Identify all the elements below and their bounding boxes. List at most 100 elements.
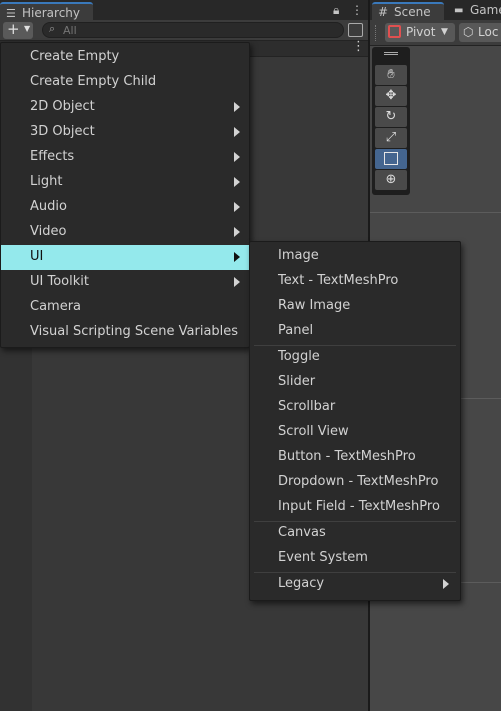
menu-item-label: Effects [30,149,75,164]
menu-item-label: Input Field - TextMeshPro [278,499,440,514]
tools-overlay: ✋︎ ✥ ↻ ⤢ ⊕ [372,47,410,195]
scale-tool-button[interactable]: ⤢ [375,128,407,148]
submenu-item-canvas[interactable]: Canvas [250,521,460,546]
menu-item-label: 3D Object [30,124,95,139]
submenu-item-legacy[interactable]: Legacy [250,572,460,597]
search-options-icon[interactable] [348,23,363,37]
menu-item-label: Button - TextMeshPro [278,449,416,464]
menu-item-label: Event System [278,550,368,565]
menu-item-label: Dropdown - TextMeshPro [278,474,439,489]
menu-item-visual-scripting-scene-variables[interactable]: Visual Scripting Scene Variables [1,320,249,345]
menu-item-label: Create Empty [30,49,120,64]
menu-item-label: Raw Image [278,298,351,313]
menu-item-ui[interactable]: UI [1,245,249,270]
submenu-item-scroll-view[interactable]: Scroll View [250,420,460,445]
submenu-item-raw-image[interactable]: Raw Image [250,294,460,319]
scene-grid-line [370,212,501,213]
submenu-item-event-system[interactable]: Event System [250,546,460,571]
rect-transform-icon [384,152,398,165]
chevron-down-icon: ▼ [24,24,31,33]
menu-item-3d-object[interactable]: 3D Object [1,120,249,145]
hand-icon: ✋︎ [387,67,395,82]
menu-item-label: Legacy [278,576,325,591]
search-input[interactable] [63,23,323,37]
submenu-item-image[interactable]: Image [250,244,460,269]
gamepad-icon: ▬ [454,5,464,16]
menu-item-label: UI [30,249,44,264]
submenu-item-slider[interactable]: Slider [250,370,460,395]
pivot-icon [388,25,401,38]
submenu-item-panel[interactable]: Panel [250,319,460,344]
submenu-arrow-icon [234,177,240,187]
menu-item-label: Video [30,224,67,239]
submenu-arrow-icon [234,277,240,287]
hierarchy-toolbar: + ▼ ⌕ [0,20,368,41]
tab-game[interactable]: ▬ Game [448,2,501,20]
grid-icon: # [378,5,389,19]
ui-submenu: Image Text - TextMeshPro Raw Image Panel… [249,241,461,601]
submenu-arrow-icon [234,102,240,112]
tab-game-label: Game [470,3,501,17]
tab-scene-label: Scene [394,5,431,19]
submenu-item-input-field-textmeshpro[interactable]: Input Field - TextMeshPro [250,495,460,520]
more-options-icon[interactable]: ⋮ [351,3,363,17]
local-global-toggle[interactable]: ⬡ Loc [459,23,501,42]
menu-item-label: Slider [278,374,316,389]
menu-item-label: Panel [278,323,314,338]
plus-icon: + [7,20,20,38]
submenu-item-text-textmeshpro[interactable]: Text - TextMeshPro [250,269,460,294]
menu-item-label: Visual Scripting Scene Variables [30,324,239,339]
scene-more-icon[interactable]: ⋮ [352,39,365,54]
menu-item-label: Toggle [278,349,320,364]
hierarchy-tab[interactable]: ☰ Hierarchy [0,2,93,20]
submenu-arrow-icon [234,152,240,162]
hierarchy-tab-bar: ☰ Hierarchy 🔒︎ ⋮ [0,0,368,20]
submenu-arrow-icon [443,579,449,589]
lock-icon[interactable]: 🔒︎ [333,3,339,18]
menu-item-label: UI Toolkit [30,274,89,289]
hierarchy-search[interactable]: ⌕ [42,22,344,38]
pivot-label: Pivot [406,25,436,39]
add-object-button[interactable]: + ▼ [3,20,33,39]
menu-item-audio[interactable]: Audio [1,195,249,220]
menu-item-video[interactable]: Video [1,220,249,245]
menu-item-label: Create Empty Child [30,74,157,89]
transform-icon: ⊕ [385,172,397,187]
scale-icon: ⤢ [385,130,397,145]
tab-scene[interactable]: # Scene [372,2,444,20]
submenu-item-dropdown-textmeshpro[interactable]: Dropdown - TextMeshPro [250,470,460,495]
submenu-arrow-icon [234,127,240,137]
rotate-tool-button[interactable]: ↻ [375,107,407,127]
menu-item-create-empty-child[interactable]: Create Empty Child [1,70,249,95]
submenu-item-toggle[interactable]: Toggle [250,345,460,370]
menu-item-effects[interactable]: Effects [1,145,249,170]
move-icon: ✥ [385,88,397,103]
create-menu: Create Empty Create Empty Child 2D Objec… [0,42,250,348]
move-tool-button[interactable]: ✥ [375,86,407,106]
list-icon: ☰ [6,7,16,20]
submenu-arrow-icon [234,252,240,262]
menu-item-label: Image [278,248,319,263]
transform-tool-button[interactable]: ⊕ [375,170,407,190]
pivot-dropdown[interactable]: Pivot ▼ [385,23,455,42]
menu-item-light[interactable]: Light [1,170,249,195]
menu-item-create-empty[interactable]: Create Empty [1,45,249,70]
local-label: Loc [478,25,499,39]
menu-item-2d-object[interactable]: 2D Object [1,95,249,120]
menu-item-ui-toolkit[interactable]: UI Toolkit [1,270,249,295]
menu-item-camera[interactable]: Camera [1,295,249,320]
chevron-down-icon: ▼ [441,27,448,37]
scene-tab-bar: # Scene ▬ Game [370,0,501,20]
cube-icon: ⬡ [463,25,474,39]
submenu-item-button-textmeshpro[interactable]: Button - TextMeshPro [250,445,460,470]
rect-tool-button[interactable] [375,149,407,169]
submenu-item-scrollbar[interactable]: Scrollbar [250,395,460,420]
menu-item-label: 2D Object [30,99,95,114]
menu-item-label: Audio [30,199,67,214]
hand-tool-button[interactable]: ✋︎ [375,65,407,85]
overlay-drag-handle[interactable] [384,52,398,55]
menu-item-label: Scrollbar [278,399,336,414]
menu-item-label: Light [30,174,63,189]
menu-item-label: Camera [30,299,82,314]
submenu-arrow-icon [234,227,240,237]
